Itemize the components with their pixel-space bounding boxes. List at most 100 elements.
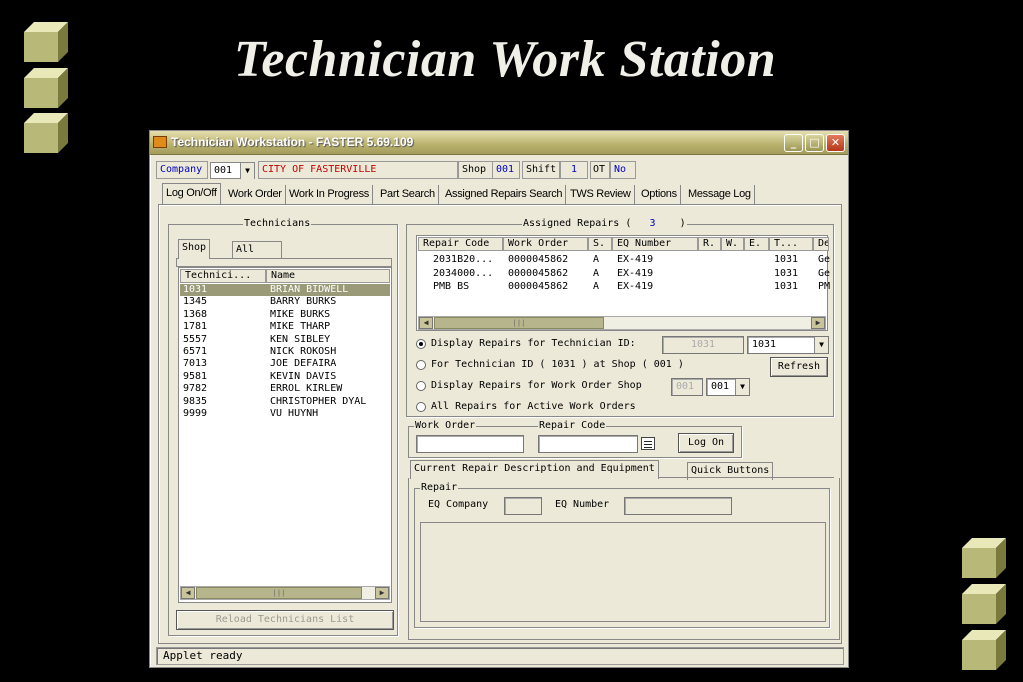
eq-company-field	[504, 497, 542, 515]
table-row[interactable]: 7013 JOE DEFAIRA	[180, 358, 390, 370]
table-cell: A	[593, 267, 600, 279]
for-tech-at-shop-radio[interactable]	[416, 360, 426, 370]
table-row[interactable]: 2034000... 0000045862 A EX-419 1031 Ge	[417, 267, 831, 280]
maximize-icon[interactable]: □	[805, 134, 824, 152]
table-cell: 2034000...	[433, 267, 494, 279]
table-cell: 2031B20...	[433, 254, 494, 265]
table-cell: Ge	[818, 267, 831, 279]
technician-id: 7013	[183, 358, 208, 370]
column-header[interactable]: T...	[769, 237, 813, 251]
all-repairs-radio[interactable]	[416, 402, 426, 412]
display-by-wo-shop-radio[interactable]	[416, 381, 426, 391]
column-header-name[interactable]: Name	[266, 269, 390, 283]
table-cell: PM	[818, 281, 831, 292]
chevron-down-icon: ▼	[735, 379, 749, 395]
technician-name: CHRISTOPHER DYAL	[270, 395, 367, 407]
table-cell: Ge	[818, 254, 831, 265]
tab-log-on-off[interactable]: Log On/Off	[162, 183, 221, 204]
window-titlebar[interactable]: Technician Workstation - FASTER 5.69.109…	[150, 131, 848, 155]
repair-code-input[interactable]	[538, 435, 638, 453]
reload-technicians-button[interactable]: Reload Technicians List	[176, 610, 394, 630]
display-by-tech-radio[interactable]	[416, 339, 426, 349]
technician-id: 6571	[183, 346, 208, 357]
assigned-scrollbar[interactable]: ◀ ||| ▶	[418, 316, 826, 330]
repair-description-area[interactable]	[420, 522, 826, 622]
technician-name: BRIAN BIDWELL	[270, 284, 349, 295]
work-order-input[interactable]	[416, 435, 524, 453]
technicians-legend: Technicians	[243, 218, 312, 230]
assigned-repairs-table[interactable]: Repair Code Work Order S. EQ Number R. W. E. T.…	[416, 235, 831, 331]
eq-number-label: EQ Number	[555, 499, 610, 510]
company-select[interactable]: 001 ▼	[210, 162, 255, 179]
table-cell: 0000045862	[508, 254, 569, 265]
shift-label: Shift	[522, 161, 560, 179]
table-row[interactable]: 2031B20... 0000045862 A EX-419 1031 Ge	[417, 254, 831, 266]
technician-id: 9999	[183, 408, 208, 419]
table-row[interactable]: 1345 BARRY BURKS	[180, 296, 390, 308]
technician-id: 1031	[183, 284, 208, 295]
column-header[interactable]: Repair Code	[418, 237, 503, 251]
lookup-icon[interactable]	[641, 437, 655, 450]
column-header[interactable]: R.	[698, 237, 721, 251]
decorative-cube-icon	[24, 113, 68, 153]
technician-id: 9782	[183, 383, 208, 395]
tab-shop[interactable]: Shop	[178, 239, 211, 259]
table-row[interactable]: 1781 MIKE THARP	[180, 321, 390, 333]
table-row[interactable]: 6571 NICK ROKOSH	[180, 346, 390, 358]
all-repairs-label: All Repairs for Active Work Orders	[431, 401, 636, 412]
tech-list-scrollbar[interactable]: ◀ ||| ▶	[180, 586, 390, 600]
column-header[interactable]: EQ Number	[612, 237, 698, 251]
wo-shop-select[interactable]: 001 ▼	[706, 378, 750, 396]
table-row[interactable]: 9835 CHRISTOPHER DYAL	[180, 396, 390, 408]
technician-id: 1781	[183, 321, 208, 333]
minimize-icon[interactable]: _	[784, 134, 803, 152]
technician-id: 9581	[183, 370, 208, 382]
technician-id: 9835	[183, 395, 208, 407]
table-row[interactable]: 9999 VU HUYNH	[180, 408, 390, 420]
eq-company-label: EQ Company	[428, 499, 489, 510]
chevron-down-icon: ▼	[814, 337, 828, 353]
technicians-list[interactable]: Technici... Name 1031 BRIAN BIDWELL 1345 BA…	[178, 267, 392, 603]
table-row[interactable]: 1031 BRIAN BIDWELL	[180, 284, 390, 296]
column-header[interactable]: Work Order	[503, 237, 588, 251]
app-icon	[153, 136, 167, 148]
shop-label: Shop	[458, 161, 494, 179]
scroll-thumb[interactable]: |||	[434, 317, 604, 329]
table-row[interactable]: PMB BS 0000045862 A EX-419 1031 PM	[417, 281, 831, 293]
app-window: Technician Workstation - FASTER 5.69.109…	[149, 130, 849, 668]
tab-work-order[interactable]: Work Order	[225, 185, 286, 205]
table-row[interactable]: 9581 KEVIN DAVIS	[180, 371, 390, 383]
tab-work-in-progress[interactable]: Work In Progress	[286, 185, 373, 205]
shift-value: 1	[560, 161, 588, 179]
scroll-right-icon[interactable]: ▶	[375, 587, 389, 599]
technician-name: MIKE BURKS	[270, 308, 331, 320]
tab-part-search[interactable]: Part Search	[377, 185, 439, 205]
table-row[interactable]: 9782 ERROL KIRLEW	[180, 383, 390, 395]
tech-filter-tabs: Shop All	[176, 237, 392, 259]
eq-number-field	[624, 497, 732, 515]
company-name: CITY OF FASTERVILLE	[258, 161, 458, 179]
column-header[interactable]: W.	[721, 237, 744, 251]
table-cell: EX-419	[617, 281, 654, 292]
column-header[interactable]: De	[813, 237, 829, 251]
scroll-thumb[interactable]: |||	[196, 587, 362, 599]
tab-options[interactable]: Options	[638, 185, 681, 205]
tab-tws-review[interactable]: TWS Review	[567, 185, 635, 205]
column-header-technician[interactable]: Technici...	[180, 269, 266, 283]
tab-message-log[interactable]: Message Log	[685, 185, 755, 205]
scroll-left-icon[interactable]: ◀	[181, 587, 195, 599]
log-on-button[interactable]: Log On	[678, 433, 734, 453]
tech-id-select[interactable]: 1031 ▼	[747, 336, 829, 354]
table-row[interactable]: 1368 MIKE BURKS	[180, 309, 390, 321]
tab-all[interactable]: All	[232, 241, 282, 259]
close-icon[interactable]: ✕	[826, 134, 845, 152]
scroll-right-icon[interactable]: ▶	[811, 317, 825, 329]
column-header[interactable]: E.	[744, 237, 769, 251]
repair-legend: Repair	[420, 482, 459, 494]
table-row[interactable]: 5557 KEN SIBLEY	[180, 334, 390, 346]
scroll-left-icon[interactable]: ◀	[419, 317, 433, 329]
tab-assigned-repairs-search[interactable]: Assigned Repairs Search	[442, 185, 567, 205]
tab-current-repair[interactable]: Current Repair Description and Equipment	[410, 460, 659, 479]
refresh-button[interactable]: Refresh	[770, 357, 828, 377]
column-header[interactable]: S.	[588, 237, 612, 251]
